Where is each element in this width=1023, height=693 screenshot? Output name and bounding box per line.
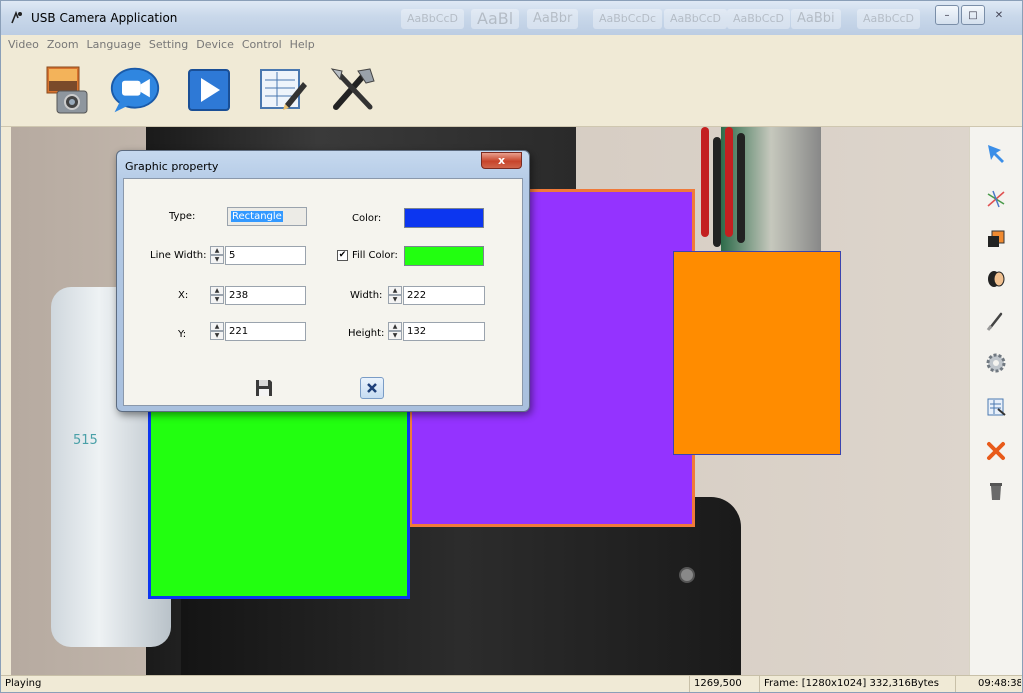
tools-button[interactable]	[327, 63, 379, 117]
graphic-property-dialog: Graphic property x Type: Rectangle Color…	[116, 150, 530, 412]
menu-video[interactable]: Video	[7, 38, 40, 51]
width-label: Width:	[350, 290, 383, 301]
status-time: 09:48:38	[955, 676, 1021, 692]
settings-tool-button[interactable]	[984, 351, 1008, 375]
snapshot-camera-icon	[46, 66, 88, 114]
app-camera-icon	[11, 10, 22, 24]
dialog-body: Type: Rectangle Color: Line Width: ▲ ▼ 5 …	[123, 178, 523, 406]
select-tool-button[interactable]	[984, 141, 1008, 165]
cancel-x-icon	[367, 383, 377, 393]
snapshot-button[interactable]	[41, 63, 93, 117]
settings-gear-icon	[986, 353, 1006, 373]
video-record-button[interactable]	[109, 63, 161, 117]
bg-wire	[713, 137, 721, 247]
stroke-color-swatch[interactable]	[404, 208, 484, 228]
line-draw-icon	[987, 190, 1005, 208]
ghost-style-tab: AaBbr	[527, 9, 579, 29]
type-label: Type:	[169, 211, 196, 222]
y-spinner[interactable]: ▲ ▼	[210, 322, 224, 341]
bg-circuit-board	[721, 127, 821, 257]
green-rectangle-shape[interactable]	[148, 409, 410, 599]
shape-tool-button[interactable]	[984, 227, 1008, 251]
main-toolbar	[1, 53, 1022, 127]
status-bar: Playing 1269,500 Frame: [1280x1024] 332,…	[1, 675, 1022, 692]
brush-tool-button[interactable]	[984, 309, 1008, 333]
dialog-title: Graphic property	[125, 160, 219, 173]
fill-color-checkbox[interactable]: ✔	[337, 250, 348, 261]
menu-help[interactable]: Help	[289, 38, 316, 51]
ghost-style-tab: AaBbi	[791, 9, 841, 29]
ghost-style-tab: AaBbCcD	[401, 9, 464, 29]
x-spinner[interactable]: ▲ ▼	[210, 286, 224, 305]
delete-x-icon	[987, 442, 1005, 460]
x-label: X:	[178, 290, 189, 301]
ghost-style-tab: AaBl	[471, 9, 520, 29]
maximize-button[interactable]: □	[961, 5, 985, 25]
video-record-icon	[110, 67, 160, 113]
menu-control[interactable]: Control	[241, 38, 283, 51]
type-field: Rectangle	[227, 207, 307, 226]
save-button[interactable]	[252, 377, 276, 399]
window-title: USB Camera Application	[31, 11, 178, 25]
minimize-button[interactable]: –	[935, 5, 959, 25]
trash-icon	[990, 483, 1002, 500]
bg-screw	[679, 567, 695, 583]
motor-label: 515	[73, 433, 98, 448]
draw-toolbar	[969, 127, 1022, 675]
height-input[interactable]: 132	[403, 322, 485, 341]
bg-wire	[737, 133, 745, 243]
draw-edit-button[interactable]	[257, 63, 309, 117]
save-floppy-icon	[256, 380, 272, 396]
trash-button[interactable]	[984, 479, 1008, 503]
fill-color-swatch[interactable]	[404, 246, 484, 266]
x-input[interactable]: 238	[225, 286, 306, 305]
line-tool-button[interactable]	[984, 187, 1008, 211]
close-window-button[interactable]: ✕	[987, 5, 1011, 25]
type-value: Rectangle	[231, 211, 283, 222]
menu-bar: Video Zoom Language Setting Device Contr…	[1, 35, 1022, 53]
select-arrow-icon	[988, 145, 1004, 163]
menu-language[interactable]: Language	[86, 38, 142, 51]
line-width-spinner[interactable]: ▲ ▼	[210, 246, 224, 265]
bg-wire	[701, 127, 709, 237]
ghost-style-tab: AaBbCcD	[857, 9, 920, 29]
ellipse-icon	[988, 271, 1005, 287]
fill-color-label: Fill Color:	[352, 250, 398, 261]
y-input[interactable]: 221	[225, 322, 306, 341]
menu-device[interactable]: Device	[195, 38, 235, 51]
ghost-style-tab: AaBbCcD	[664, 9, 727, 29]
shape-rect-icon	[988, 230, 1005, 247]
height-spinner[interactable]: ▲ ▼	[388, 322, 402, 341]
properties-icon	[987, 398, 1006, 416]
menu-setting[interactable]: Setting	[148, 38, 189, 51]
status-state: Playing	[5, 678, 42, 689]
cancel-button[interactable]	[360, 377, 384, 399]
line-width-input[interactable]: 5	[225, 246, 306, 265]
tools-icon	[330, 68, 375, 110]
status-coords: 1269,500	[689, 676, 759, 692]
properties-tool-button[interactable]	[984, 395, 1008, 419]
title-bar[interactable]: USB Camera Application AaBbCcD AaBl AaBb…	[1, 1, 1022, 35]
ghost-style-tab: AaBbCcDc	[593, 9, 663, 29]
ghost-style-tab: AaBbCcD	[727, 9, 790, 29]
ellipse-tool-button[interactable]	[984, 267, 1008, 291]
width-input[interactable]: 222	[403, 286, 485, 305]
menu-zoom[interactable]: Zoom	[46, 38, 80, 51]
line-width-label: Line Width:	[150, 250, 207, 261]
play-icon	[188, 69, 230, 111]
play-button[interactable]	[183, 63, 235, 117]
color-label: Color:	[352, 213, 382, 224]
height-label: Height:	[348, 328, 385, 339]
y-label: Y:	[178, 329, 187, 340]
brush-icon	[986, 312, 1003, 331]
bg-wire	[725, 127, 733, 237]
status-frame: Frame: [1280x1024] 332,316Bytes	[759, 676, 955, 692]
draw-edit-icon	[260, 69, 307, 110]
dialog-close-button[interactable]: x	[481, 152, 522, 169]
width-spinner[interactable]: ▲ ▼	[388, 286, 402, 305]
orange-rectangle-shape[interactable]	[673, 251, 841, 455]
app-window: USB Camera Application AaBbCcD AaBl AaBb…	[0, 0, 1023, 693]
delete-shape-button[interactable]	[984, 439, 1008, 463]
